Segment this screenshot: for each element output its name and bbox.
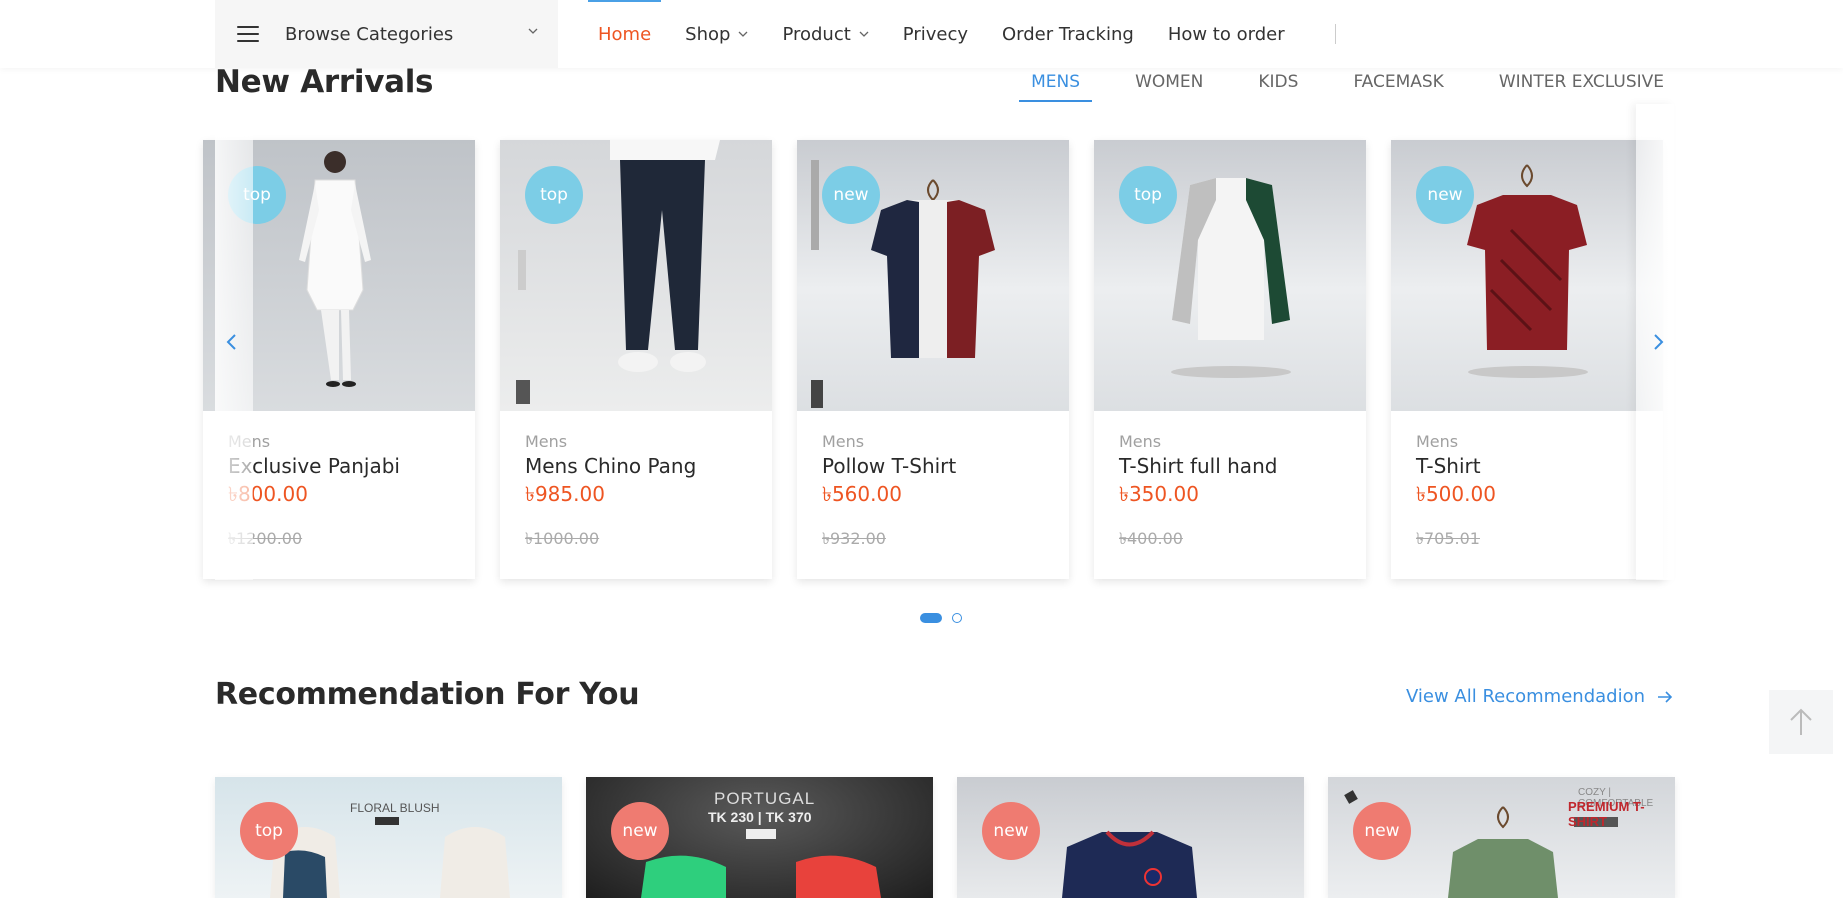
- chevron-down-icon: [859, 31, 869, 37]
- arrow-right-icon: [1658, 690, 1673, 703]
- top-navbar: Browse Categories Home Shop Product Priv…: [0, 0, 1843, 68]
- badge-top: top: [240, 802, 298, 860]
- browse-categories-dropdown[interactable]: Browse Categories: [215, 0, 558, 68]
- recommendation-title: Recommendation For You: [215, 677, 640, 712]
- chevron-down-icon: [738, 31, 748, 37]
- browse-categories-label: Browse Categories: [285, 23, 454, 45]
- tab-women[interactable]: WOMEN: [1123, 72, 1215, 102]
- pagination-dot-1[interactable]: [920, 613, 942, 623]
- product-category: Mens: [822, 432, 865, 451]
- nav-privecy[interactable]: Privecy: [903, 0, 968, 68]
- tab-kids[interactable]: KIDS: [1246, 72, 1310, 102]
- product-image: top: [1094, 140, 1366, 411]
- pagination-dot-2[interactable]: [952, 613, 962, 623]
- back-to-top-button[interactable]: [1769, 690, 1833, 754]
- product-price: ৳350.00: [1119, 482, 1199, 506]
- badge-top: top: [525, 166, 583, 224]
- nav-product[interactable]: Product: [782, 0, 869, 68]
- product-category: Mens: [1416, 432, 1459, 451]
- product-card[interactable]: top Mens Mens Chino Pang ৳985.00 ৳1000.0…: [500, 140, 772, 579]
- product-name[interactable]: Mens Chino Pang: [525, 454, 696, 478]
- image-caption: PORTUGAL: [714, 789, 816, 808]
- product-image: new: [797, 140, 1069, 411]
- product-category: Mens: [525, 432, 568, 451]
- badge-new: new: [1416, 166, 1474, 224]
- product-name[interactable]: T-Shirt: [1416, 454, 1481, 478]
- badge-top: top: [1119, 166, 1177, 224]
- view-all-recommendation-link[interactable]: View All Recommendadion: [1406, 686, 1673, 707]
- product-carousel: top Mens Exclusive Panjabi ৳800.00 ৳1200…: [203, 140, 1673, 580]
- product-old-price: ৳400.00: [1119, 529, 1183, 548]
- new-arrivals-title: New Arrivals: [215, 64, 434, 100]
- product-name[interactable]: T-Shirt full hand: [1119, 454, 1277, 478]
- badge-new: new: [611, 802, 669, 860]
- product-price: ৳985.00: [525, 482, 605, 506]
- recommendation-card[interactable]: FLORAL BLUSH top: [215, 777, 562, 898]
- product-old-price: ৳1000.00: [525, 529, 600, 548]
- chevron-down-icon: [528, 28, 538, 34]
- image-caption: FLORAL BLUSH: [350, 801, 440, 815]
- category-tabs: MENS WOMEN KIDS FACEMASK WINTER EXCLUSIV…: [1019, 72, 1676, 102]
- nav-shop[interactable]: Shop: [685, 0, 748, 68]
- product-category: Mens: [1119, 432, 1162, 451]
- product-card[interactable]: new Mens T-Shirt ৳500.00 ৳705.01: [1391, 140, 1663, 579]
- product-image: new: [1391, 140, 1663, 411]
- recommendation-card[interactable]: PORTUGAL TK 230 | TK 370 new: [586, 777, 933, 898]
- nav-home[interactable]: Home: [587, 0, 662, 68]
- nav-how-to-order[interactable]: How to order: [1168, 0, 1285, 68]
- chevron-left-icon[interactable]: [220, 330, 244, 354]
- product-price: ৳560.00: [822, 482, 902, 506]
- tab-facemask[interactable]: FACEMASK: [1341, 72, 1455, 102]
- product-price: ৳500.00: [1416, 482, 1496, 506]
- arrow-up-icon: [1790, 708, 1812, 735]
- recommendation-card[interactable]: new: [957, 777, 1304, 898]
- nav-order-tracking[interactable]: Order Tracking: [1002, 0, 1134, 68]
- product-name[interactable]: Pollow T-Shirt: [822, 454, 956, 478]
- badge-new: new: [822, 166, 880, 224]
- nav-divider: [1335, 24, 1336, 44]
- badge-new: new: [1353, 802, 1411, 860]
- tab-winter-exclusive[interactable]: WINTER EXCLUSIVE: [1487, 72, 1676, 102]
- product-old-price: ৳705.01: [1416, 529, 1480, 548]
- product-name[interactable]: Exclusive Panjabi: [228, 454, 400, 478]
- hamburger-icon: [237, 26, 259, 42]
- product-image: top: [500, 140, 772, 411]
- product-card[interactable]: top Mens T-Shirt full hand ৳350.00 ৳400.…: [1094, 140, 1366, 579]
- carousel-pagination: [920, 613, 972, 623]
- image-caption: PREMIUM T-SHIRT: [1568, 799, 1645, 829]
- image-caption: TK 230 | TK 370: [708, 809, 812, 825]
- chevron-right-icon[interactable]: [1646, 330, 1670, 354]
- recommendation-card[interactable]: COZY | COMFORTABLE PREMIUM T-SHIRT new: [1328, 777, 1675, 898]
- badge-new: new: [982, 802, 1040, 860]
- tab-mens[interactable]: MENS: [1019, 72, 1093, 102]
- main-nav: Home Shop Product Privecy Order Tracking…: [587, 0, 1319, 68]
- product-old-price: ৳932.00: [822, 529, 886, 548]
- product-card[interactable]: new Mens Pollow T-Shirt ৳560.00 ৳932.00: [797, 140, 1069, 579]
